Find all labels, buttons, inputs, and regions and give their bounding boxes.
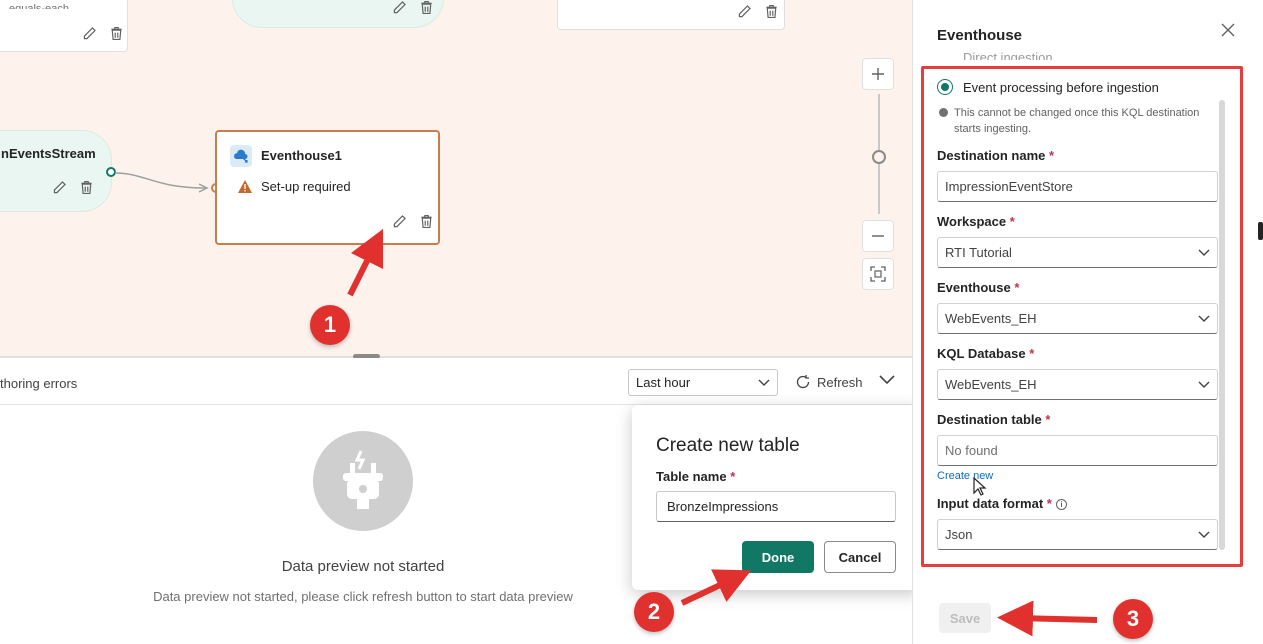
table-name-label: Table name * (656, 469, 736, 484)
edit-icon[interactable] (391, 213, 408, 230)
cancel-button[interactable]: Cancel (824, 541, 896, 573)
highlight-box (921, 66, 1243, 567)
refresh-button[interactable]: Refresh (795, 374, 863, 390)
node-title: Eventhouse1 (261, 148, 342, 163)
zoom-out-button[interactable] (862, 220, 894, 252)
fit-view-icon (870, 266, 886, 282)
fit-view-button[interactable] (862, 258, 894, 290)
direct-ingestion-option[interactable]: Direct ingestion (963, 50, 1053, 60)
source-node-partial[interactable]: equals-each (0, 0, 128, 52)
plug-icon (313, 431, 413, 531)
delete-icon[interactable] (418, 0, 435, 16)
zoom-in-button[interactable] (862, 58, 894, 90)
node-partial-right[interactable] (557, 0, 785, 30)
minus-icon (872, 235, 884, 237)
delete-icon[interactable] (418, 213, 435, 230)
source-node-label: equals-each (9, 3, 69, 9)
eventhouse-settings-panel: Eventhouse Direct ingestion Event proces… (912, 0, 1252, 644)
stream-node-label: nEventsStream (1, 146, 96, 161)
zoom-controls (862, 58, 896, 290)
step-badge-3: 3 (1113, 599, 1153, 639)
edit-icon[interactable] (736, 3, 753, 20)
delete-icon[interactable] (78, 179, 95, 196)
done-button[interactable]: Done (742, 541, 814, 573)
edit-icon[interactable] (51, 179, 68, 196)
stream-node[interactable]: nEventsStream (0, 130, 112, 212)
eventhouse-icon (230, 145, 252, 167)
eventhouse-destination-node[interactable]: Eventhouse1 Set-up required (215, 130, 440, 245)
step-badge-1: 1 (310, 305, 350, 345)
empty-state-title: Data preview not started (281, 558, 445, 575)
tab-authoring-errors[interactable]: thoring errors (0, 376, 77, 391)
refresh-icon (796, 375, 810, 389)
dialog-title: Create new table (656, 435, 800, 456)
edit-icon[interactable] (391, 0, 408, 16)
time-range-value: Last hour (636, 375, 691, 390)
close-icon[interactable] (1219, 21, 1237, 39)
table-name-input[interactable] (656, 491, 896, 522)
plus-icon (872, 68, 884, 80)
time-range-select[interactable]: Last hour (628, 369, 778, 396)
collapse-chevron-icon[interactable] (878, 374, 896, 386)
node-status: Set-up required (261, 179, 351, 194)
chevron-down-icon (758, 379, 770, 386)
save-button[interactable]: Save (939, 603, 991, 633)
eventstream-canvas[interactable]: equals-each nEventsStream Eventhouse1 Se… (0, 0, 912, 357)
panel-title: Eventhouse (937, 27, 1023, 44)
delete-icon[interactable] (108, 25, 125, 42)
operation-node-partial[interactable] (232, 0, 444, 28)
empty-state-subtitle: Data preview not started, please click r… (153, 589, 573, 604)
zoom-slider-thumb[interactable] (872, 150, 886, 164)
refresh-label: Refresh (817, 374, 863, 390)
step-badge-2: 2 (634, 592, 674, 632)
warning-icon (238, 180, 252, 193)
edge-marker (1258, 222, 1263, 240)
create-table-dialog: Create new table Table name * Done Cance… (632, 405, 920, 590)
delete-icon[interactable] (763, 3, 780, 20)
preview-toolbar: thoring errors Last hour Refresh (0, 358, 912, 405)
edit-icon[interactable] (81, 25, 98, 42)
connector-line (115, 172, 209, 193)
